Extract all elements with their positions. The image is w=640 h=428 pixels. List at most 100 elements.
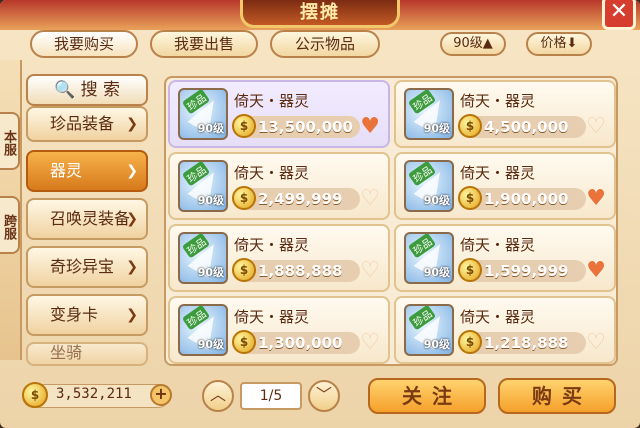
- item-name: 倚天・器灵: [234, 308, 310, 326]
- category-summon-equipment[interactable]: 召唤灵装备 ❯: [26, 198, 148, 240]
- search-label: 搜 索: [80, 80, 120, 100]
- item-card[interactable]: 珍品 90级 倚天・器灵 $ 1,599,999 ♥: [394, 224, 616, 292]
- item-price: 13,500,000: [258, 118, 353, 136]
- category-spirit[interactable]: 器灵 ❯: [26, 150, 148, 192]
- chevron-right-icon: ❯: [126, 211, 138, 227]
- heart-icon[interactable]: ♥: [586, 188, 606, 210]
- heart-icon[interactable]: ♡: [360, 260, 380, 282]
- item-card[interactable]: 珍品 90级 倚天・器灵 $ 1,300,000 ♡: [168, 296, 390, 364]
- category-label: 珍品装备: [50, 114, 115, 133]
- item-level: 90级: [197, 338, 224, 351]
- item-level: 90级: [197, 194, 224, 207]
- item-icon: 珍品 90级: [178, 160, 228, 212]
- heart-icon[interactable]: ♡: [586, 116, 606, 138]
- heart-icon[interactable]: ♡: [586, 332, 606, 354]
- tab-public[interactable]: 公示物品: [270, 30, 380, 58]
- tab-buy[interactable]: 我要购买: [30, 30, 138, 58]
- category-mount[interactable]: 坐骑: [26, 342, 148, 366]
- chevron-right-icon: ❯: [126, 116, 138, 132]
- coin-icon: $: [232, 258, 256, 282]
- item-icon: 珍品 90级: [178, 88, 228, 140]
- item-level: 90级: [197, 122, 224, 135]
- item-icon: 珍品 90级: [178, 232, 228, 284]
- coin-icon: $: [458, 258, 482, 282]
- follow-button[interactable]: 关注: [368, 378, 486, 414]
- coin-icon: $: [232, 114, 256, 138]
- item-icon: 珍品 90级: [404, 304, 454, 356]
- coin-icon: $: [458, 114, 482, 138]
- item-price: 1,218,888: [484, 334, 569, 352]
- next-page-button[interactable]: ﹀: [308, 380, 340, 412]
- item-name: 倚天・器灵: [460, 236, 536, 254]
- coin-icon: $: [458, 186, 482, 210]
- item-level: 90级: [423, 266, 450, 279]
- category-label: 器灵: [50, 161, 83, 180]
- add-money-button[interactable]: +: [150, 384, 172, 406]
- chevron-right-icon: ❯: [126, 259, 138, 275]
- category-label: 坐骑: [50, 343, 83, 362]
- side-tab-cross-server[interactable]: 跨服: [0, 196, 20, 254]
- item-name: 倚天・器灵: [460, 308, 536, 326]
- coin-icon: $: [22, 382, 48, 408]
- item-name: 倚天・器灵: [234, 92, 310, 110]
- search-button[interactable]: 🔍 搜 索: [26, 74, 148, 106]
- wallet-amount: 3,532,211: [56, 386, 132, 402]
- item-price: 1,888,888: [258, 262, 343, 280]
- item-price: 2,499,999: [258, 190, 343, 208]
- item-card[interactable]: 珍品 90级 倚天・器灵 $ 13,500,000 ♥: [168, 80, 390, 148]
- close-button[interactable]: ✕: [602, 0, 636, 30]
- heart-icon[interactable]: ♡: [360, 188, 380, 210]
- category-treasure[interactable]: 奇珍异宝 ❯: [26, 246, 148, 288]
- heart-icon[interactable]: ♡: [360, 332, 380, 354]
- search-icon: 🔍: [54, 80, 76, 100]
- item-icon: 珍品 90级: [404, 160, 454, 212]
- triangle-up-icon: ▲: [482, 36, 493, 51]
- chevron-down-icon: ﹀: [315, 385, 332, 404]
- level-filter-button[interactable]: 90级▲: [440, 32, 506, 56]
- category-label: 变身卡: [50, 305, 99, 324]
- item-level: 90级: [423, 122, 450, 135]
- window-title: 摆摊: [240, 0, 400, 28]
- coin-icon: $: [232, 186, 256, 210]
- item-card[interactable]: 珍品 90级 倚天・器灵 $ 1,888,888 ♡: [168, 224, 390, 292]
- item-price: 1,599,999: [484, 262, 569, 280]
- heart-icon[interactable]: ♥: [360, 116, 380, 138]
- prev-page-button[interactable]: ︿: [202, 380, 234, 412]
- item-card[interactable]: 珍品 90级 倚天・器灵 $ 2,499,999 ♡: [168, 152, 390, 220]
- arrow-down-icon: ⬇: [566, 36, 578, 51]
- item-price: 4,500,000: [484, 118, 569, 136]
- item-icon: 珍品 90级: [404, 232, 454, 284]
- item-icon: 珍品 90级: [178, 304, 228, 356]
- category-label: 奇珍异宝: [50, 257, 115, 276]
- category-rare-equipment[interactable]: 珍品装备 ❯: [26, 106, 148, 142]
- stall-window: 摆摊 ✕ 我要购买 我要出售 公示物品 90级▲ 价格⬇ 本服 跨服 🔍 搜 索…: [0, 0, 640, 428]
- item-card[interactable]: 珍品 90级 倚天・器灵 $ 1,218,888 ♡: [394, 296, 616, 364]
- coin-icon: $: [458, 330, 482, 354]
- coin-icon: $: [232, 330, 256, 354]
- price-sort-button[interactable]: 价格⬇: [526, 32, 592, 56]
- category-transform-card[interactable]: 变身卡 ❯: [26, 294, 148, 336]
- chevron-right-icon: ❯: [126, 307, 138, 323]
- chevron-right-icon: ❯: [126, 163, 138, 179]
- item-name: 倚天・器灵: [234, 236, 310, 254]
- item-price: 1,900,000: [484, 190, 569, 208]
- item-grid: 珍品 90级 倚天・器灵 $ 13,500,000 ♥ 珍品 90级 倚天・器灵 $…: [164, 76, 618, 366]
- chevron-up-icon: ︿: [209, 385, 226, 404]
- item-card[interactable]: 珍品 90级 倚天・器灵 $ 4,500,000 ♡: [394, 80, 616, 148]
- tab-sell[interactable]: 我要出售: [150, 30, 258, 58]
- item-level: 90级: [423, 338, 450, 351]
- side-tab-local-server[interactable]: 本服: [0, 112, 20, 170]
- item-name: 倚天・器灵: [460, 92, 536, 110]
- item-name: 倚天・器灵: [234, 164, 310, 182]
- category-label: 召唤灵装备: [50, 209, 131, 228]
- item-icon: 珍品 90级: [404, 88, 454, 140]
- item-name: 倚天・器灵: [460, 164, 536, 182]
- page-indicator: 1/5: [240, 382, 302, 410]
- heart-icon[interactable]: ♥: [586, 260, 606, 282]
- item-level: 90级: [197, 266, 224, 279]
- level-filter-label: 90级: [453, 36, 483, 51]
- buy-button[interactable]: 购买: [498, 378, 616, 414]
- item-price: 1,300,000: [258, 334, 343, 352]
- item-level: 90级: [423, 194, 450, 207]
- item-card[interactable]: 珍品 90级 倚天・器灵 $ 1,900,000 ♥: [394, 152, 616, 220]
